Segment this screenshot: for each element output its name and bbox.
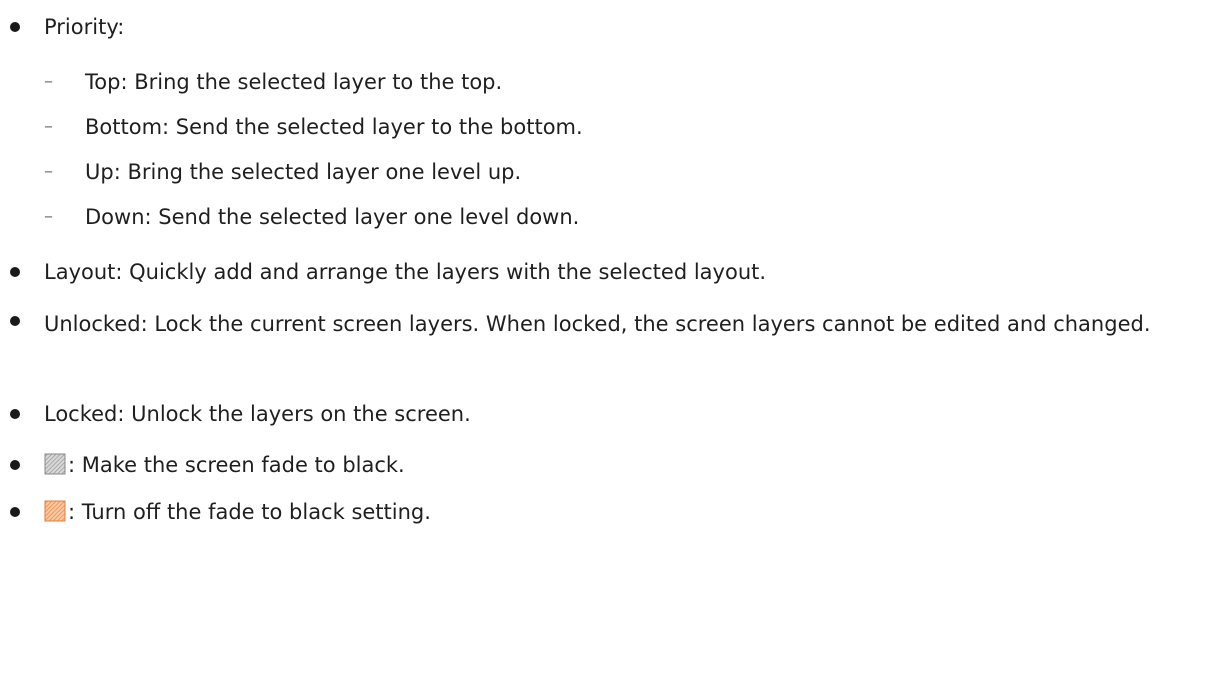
list-item-fade-off: : Turn off the fade to black setting. [0,497,431,527]
sub-item-text: Down: Send the selected layer one level … [85,205,580,229]
sub-item-text: Top: Bring the selected layer to the top… [85,70,503,94]
dash-marker: – [44,161,53,182]
locked-text: Locked: Unlock the layers on the screen. [44,402,471,426]
list-item-fade-black: : Make the screen fade to black. [0,450,405,480]
fade-black-text: : Make the screen fade to black. [68,453,405,477]
list-item-priority: Priority: [0,12,124,42]
layout-text: Layout: Quickly add and arrange the laye… [44,260,767,284]
gray-hatched-square-icon[interactable] [44,453,66,475]
sub-item-bottom: – Bottom: Send the selected layer to the… [0,112,583,142]
sub-item-text: Up: Bring the selected layer one level u… [85,160,522,184]
list-item-unlocked: Unlocked: Lock the current screen layers… [0,306,1214,343]
sub-item-up: – Up: Bring the selected layer one level… [0,157,521,187]
list-item-layout: Layout: Quickly add and arrange the laye… [0,257,766,287]
sub-item-top: – Top: Bring the selected layer to the t… [0,67,502,97]
dash-marker: – [44,116,53,137]
document-page: Priority: – Top: Bring the selected laye… [0,0,1215,675]
dash-marker: – [44,71,53,92]
priority-label: Priority: [44,15,125,39]
fade-off-text: : Turn off the fade to black setting. [68,500,431,524]
unlocked-text: Unlocked: Lock the current screen layers… [44,312,1151,336]
dash-marker: – [44,206,53,227]
orange-hatched-square-icon[interactable] [44,500,66,522]
sub-item-down: – Down: Send the selected layer one leve… [0,202,579,232]
list-item-locked: Locked: Unlock the layers on the screen. [0,399,471,429]
sub-item-text: Bottom: Send the selected layer to the b… [85,115,583,139]
